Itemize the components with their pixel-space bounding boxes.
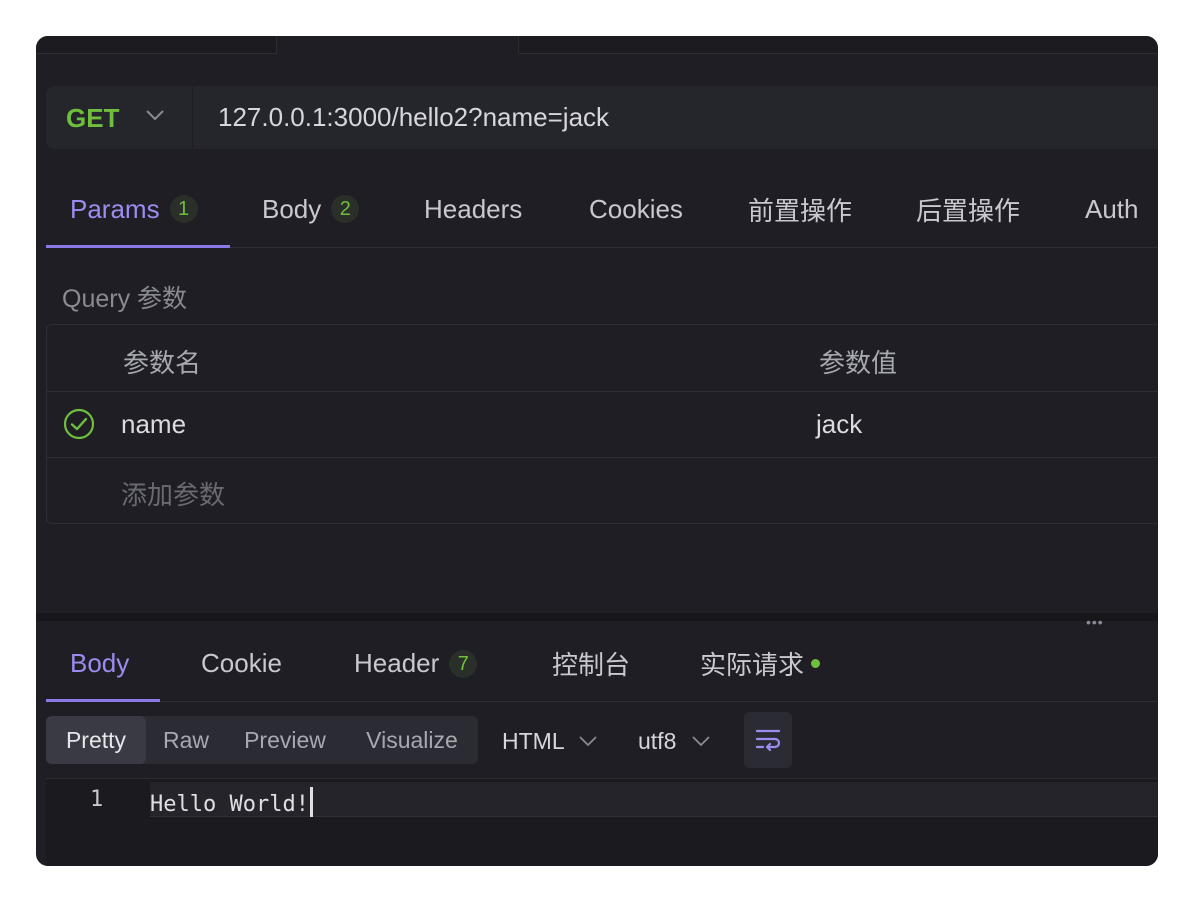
col-header-value: 参数值: [819, 348, 898, 378]
params-table: 参数名 参数值 name jack 添加参数: [46, 324, 1158, 524]
chevron-down-icon: [579, 736, 597, 747]
query-section-label: Query 参数: [62, 285, 188, 313]
chevron-down-icon: [692, 736, 710, 747]
format-dropdown[interactable]: HTML: [502, 728, 598, 755]
response-body-editor[interactable]: 1 Hello World!: [46, 778, 1158, 866]
tab-label: Body: [70, 648, 130, 678]
request-tabs: Params 1 Body 2 Headers Cookies 前置操作 后置操…: [46, 171, 1158, 248]
tab-label: 后置操作: [916, 195, 1021, 226]
tab-response-cookie[interactable]: Cookie: [201, 626, 282, 701]
response-tabs: Body Cookie Header 7 控制台 实际请求: [46, 626, 1158, 702]
tab-label: 实际请求: [700, 650, 805, 680]
params-count-badge: 1: [169, 195, 198, 223]
tab-label: Params: [70, 193, 160, 224]
tab-auth[interactable]: Auth: [1085, 171, 1139, 247]
tab-pre-request[interactable]: 前置操作: [748, 171, 852, 247]
tab-headers[interactable]: Headers: [424, 171, 522, 247]
line-number: 1: [90, 787, 104, 812]
top-tab-strip: [36, 36, 1158, 54]
view-mode-preview[interactable]: Preview: [232, 716, 338, 764]
add-param-row[interactable]: 添加参数: [47, 457, 1158, 523]
tab-label: Body: [262, 193, 322, 224]
panel-resize-divider[interactable]: [36, 613, 1158, 621]
encoding-dropdown[interactable]: utf8: [638, 728, 711, 755]
chevron-down-icon: [146, 110, 164, 121]
col-header-name: 参数名: [123, 348, 202, 378]
line-gutter: 1: [46, 779, 150, 866]
word-wrap-icon: [755, 729, 781, 752]
view-mode-visualize[interactable]: Visualize: [352, 716, 472, 764]
tab-label: Header: [354, 648, 440, 678]
tab-response-header[interactable]: Header 7: [354, 626, 478, 701]
param-value-cell[interactable]: jack: [816, 409, 862, 440]
tab-label: 前置操作: [748, 195, 853, 226]
tab-label: Headers: [424, 193, 523, 224]
method-label: GET: [66, 103, 120, 133]
tab-label: Cookies: [589, 193, 683, 224]
active-tab-indicator: [46, 699, 160, 702]
status-dot: [811, 659, 821, 668]
active-tab-indicator: [46, 245, 230, 248]
text-caret: [309, 787, 313, 817]
tab-params[interactable]: Params 1: [70, 171, 198, 247]
param-name-cell[interactable]: name: [121, 409, 186, 440]
tab-cookies[interactable]: Cookies: [589, 171, 683, 247]
table-row: name jack: [47, 391, 1158, 458]
add-param-placeholder[interactable]: 添加参数: [121, 475, 225, 512]
table-header-row: 参数名 参数值: [47, 325, 1158, 392]
header-count-badge: 7: [449, 649, 478, 678]
tab-body[interactable]: Body 2: [262, 171, 360, 247]
tab-post-request[interactable]: 后置操作: [916, 171, 1020, 247]
body-count-badge: 2: [331, 195, 360, 223]
check-circle-icon[interactable]: [63, 408, 95, 440]
tab-actual-request[interactable]: 实际请求: [700, 626, 821, 701]
top-tab[interactable]: [36, 36, 277, 53]
url-input[interactable]: 127.0.0.1:3000/hello2?name=jack: [218, 102, 609, 133]
view-mode-segmented-control: Pretty Raw Preview Visualize: [46, 716, 478, 764]
tab-response-body[interactable]: Body: [70, 626, 129, 701]
encoding-label: utf8: [638, 728, 677, 754]
tab-label: Cookie: [201, 648, 282, 678]
app-window: GET 127.0.0.1:3000/hello2?name=jack Para…: [36, 36, 1158, 866]
code-text: Hello World!: [150, 792, 309, 817]
top-tab-active[interactable]: [277, 36, 519, 54]
method-select[interactable]: GET: [46, 86, 193, 149]
view-mode-raw[interactable]: Raw: [150, 716, 222, 764]
tab-label: Auth: [1085, 193, 1139, 224]
url-bar: GET 127.0.0.1:3000/hello2?name=jack: [46, 86, 1158, 149]
tab-console[interactable]: 控制台: [552, 626, 630, 701]
tab-label: 控制台: [552, 650, 631, 680]
code-line[interactable]: Hello World!: [150, 787, 313, 817]
format-label: HTML: [502, 728, 564, 754]
word-wrap-button[interactable]: [744, 712, 792, 768]
view-mode-pretty[interactable]: Pretty: [46, 716, 146, 764]
